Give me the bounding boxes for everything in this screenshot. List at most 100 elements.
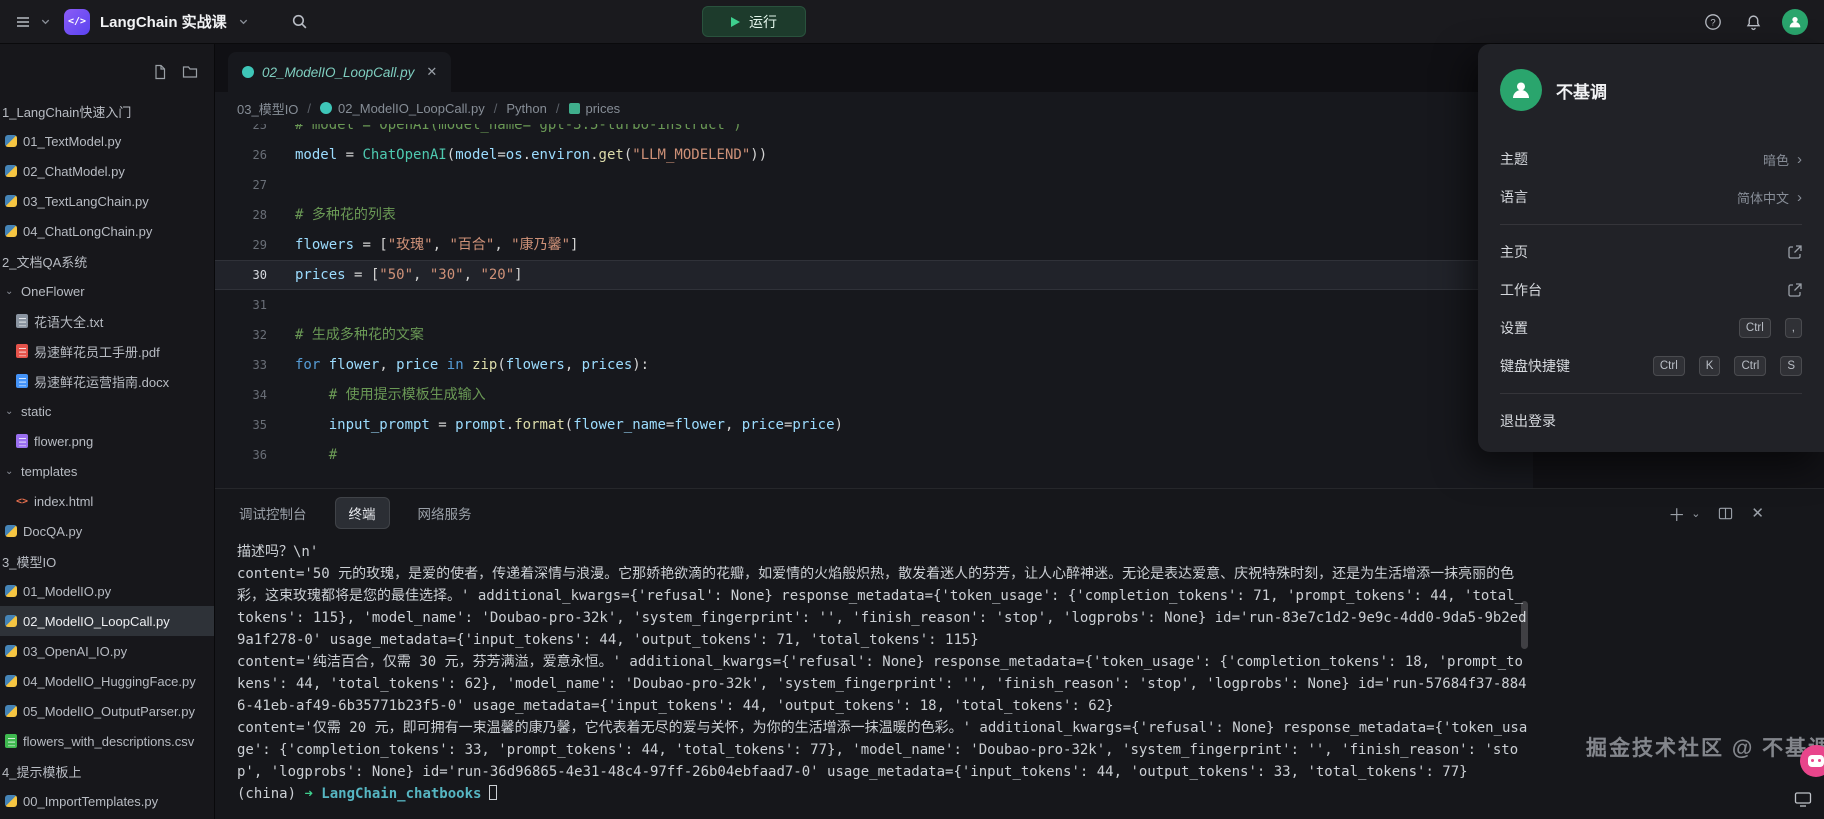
terminal[interactable]: 描述吗？\n'content='50 元的玫瑰，是爱的使者，传递着深情与浪漫。它… — [215, 537, 1824, 819]
menu-item-设置[interactable]: 设置Ctrl, — [1478, 309, 1824, 347]
breadcrumb-item[interactable]: Python — [506, 101, 546, 116]
split-panel-icon[interactable] — [1718, 506, 1733, 521]
line-number[interactable]: 30 — [215, 260, 276, 290]
line-number[interactable]: 27 — [215, 170, 276, 200]
search-icon[interactable] — [289, 11, 311, 33]
help-icon[interactable]: ? — [1702, 11, 1724, 33]
file-tree-item[interactable]: 易速鲜花运营指南.docx — [0, 366, 214, 396]
line-number[interactable]: 36 — [215, 440, 276, 470]
file-tree-item[interactable]: 02_ChatModel.py — [0, 156, 214, 186]
line-number[interactable]: 29 — [215, 230, 276, 260]
menu-item-退出登录[interactable]: 退出登录 — [1478, 402, 1824, 440]
file-tree-item[interactable]: 03_OpenAI_IO.py — [0, 636, 214, 666]
breadcrumb-item[interactable]: 02_ModelIO_LoopCall.py — [320, 101, 485, 116]
panel-tab-网络服务[interactable]: 网络服务 — [416, 498, 474, 528]
file-tree-item[interactable]: 01_TextModel.py — [0, 126, 214, 156]
file-tree-item[interactable]: 03_TextLangChain.py — [0, 186, 214, 216]
file-tree-item[interactable]: 花语大全.txt — [0, 306, 214, 336]
file-tree-item[interactable]: 05_ModelIO_OutputParser.py — [0, 696, 214, 726]
menu-item-键盘快捷键[interactable]: 键盘快捷键CtrlKCtrlS — [1478, 347, 1824, 385]
keyboard-shortcut-key: , — [1785, 318, 1802, 338]
file-tree-item[interactable]: ⌄OneFlower — [0, 276, 214, 306]
code-text: # — [276, 440, 346, 470]
code-line[interactable]: 29flowers = ["玫瑰", "百合", "康乃馨"] — [215, 230, 1533, 260]
line-number[interactable]: 33 — [215, 350, 276, 380]
file-tree-item[interactable]: 3_模型IO — [0, 546, 214, 576]
breadcrumb-item[interactable]: 03_模型IO — [237, 99, 298, 118]
file-tree-item[interactable]: 01_ModelIO.py — [0, 576, 214, 606]
code-line[interactable]: 32# 生成多种花的文案 — [215, 320, 1533, 350]
code-text: # 多种花的列表 — [276, 200, 396, 230]
py-file-icon — [5, 585, 17, 597]
file-tree-item[interactable]: <>index.html — [0, 486, 214, 516]
user-menu-list: 主题暗色›语言简体中文› 主页工作台设置Ctrl,键盘快捷键CtrlKCtrlS 退… — [1478, 140, 1824, 440]
line-number[interactable]: 31 — [215, 290, 276, 320]
file-tree-item[interactable]: ⌄static — [0, 396, 214, 426]
terminal-scrollbar[interactable] — [1521, 601, 1528, 649]
top-bar-left: </> LangChain 实战课 — [0, 9, 311, 35]
file-tree-item[interactable]: 02_ModelIO_LoopCall.py — [0, 606, 214, 636]
code-line[interactable]: 25# model = OpenAI(model_name="gpt-3.5-t… — [215, 124, 1533, 140]
code-editor[interactable]: 25# model = OpenAI(model_name="gpt-3.5-t… — [215, 124, 1533, 488]
project-chevron-down-icon[interactable] — [233, 11, 255, 33]
code-line[interactable]: 33for flower, price in zip(flowers, pric… — [215, 350, 1533, 380]
file-tree-item[interactable]: ⌄templates — [0, 456, 214, 486]
editor-tab[interactable]: 02_ModelIO_LoopCall.py ✕ — [228, 52, 451, 92]
file-tree-item[interactable]: flower.png — [0, 426, 214, 456]
breadcrumb-label: prices — [586, 101, 621, 116]
close-panel-icon[interactable]: ✕ — [1751, 504, 1764, 522]
code-text: prices = ["50", "30", "20"] — [276, 260, 523, 290]
file-tree-item[interactable]: 04_ChatLongChain.py — [0, 216, 214, 246]
menu-item-主题[interactable]: 主题暗色› — [1478, 140, 1824, 178]
new-terminal-icon[interactable]: ＋ — [1668, 501, 1685, 526]
file-tree-item[interactable]: 易速鲜花员工手册.pdf — [0, 336, 214, 366]
chevron-down-icon[interactable] — [34, 11, 56, 33]
file-tree-item[interactable]: flowers_with_descriptions.csv — [0, 726, 214, 756]
keyboard-shortcut-key: K — [1699, 356, 1721, 376]
menu-item-语言[interactable]: 语言简体中文› — [1478, 178, 1824, 216]
line-number[interactable]: 28 — [215, 200, 276, 230]
breadcrumb-label: 03_模型IO — [237, 99, 298, 118]
app-logo[interactable]: </> — [64, 9, 90, 35]
keyboard-shortcut-key: Ctrl — [1739, 318, 1771, 338]
new-file-icon[interactable] — [152, 64, 168, 85]
csv-file-icon — [5, 734, 17, 748]
code-line[interactable]: 34 # 使用提示模板生成输入 — [215, 380, 1533, 410]
terminal-dropdown-icon[interactable]: ⌄ — [1691, 507, 1700, 520]
code-line[interactable]: 36 # — [215, 440, 1533, 470]
menu-item-主页[interactable]: 主页 — [1478, 233, 1824, 271]
notification-bell-icon[interactable] — [1742, 11, 1764, 33]
code-line[interactable]: 28# 多种花的列表 — [215, 200, 1533, 230]
file-explorer: 1_LangChain快速入门01_TextModel.py02_ChatMod… — [0, 44, 215, 819]
file-tree-item[interactable]: 00_ImportTemplates.py — [0, 786, 214, 816]
file-tree-item[interactable]: 2_文档QA系统 — [0, 246, 214, 276]
code-line[interactable]: 30prices = ["50", "30", "20"] — [215, 260, 1533, 290]
file-tree-item[interactable]: DocQA.py — [0, 516, 214, 546]
code-line[interactable]: 31 — [215, 290, 1533, 320]
code-line[interactable]: 35 input_prompt = prompt.format(flower_n… — [215, 410, 1533, 440]
line-number[interactable]: 34 — [215, 380, 276, 410]
line-number[interactable]: 35 — [215, 410, 276, 440]
file-tree-item[interactable]: 4_提示模板上 — [0, 756, 214, 786]
file-tree-item[interactable]: 1_LangChain快速入门 — [0, 96, 214, 126]
line-number[interactable]: 32 — [215, 320, 276, 350]
panel-tab-终端[interactable]: 终端 — [335, 497, 390, 529]
file-name: DocQA.py — [23, 524, 82, 539]
new-folder-icon[interactable] — [182, 64, 198, 85]
line-number[interactable]: 25 — [215, 124, 276, 140]
code-line[interactable]: 26model = ChatOpenAI(model=os.environ.ge… — [215, 140, 1533, 170]
close-tab-icon[interactable]: ✕ — [426, 64, 437, 80]
chevron-down-icon: ⌄ — [5, 286, 15, 297]
run-button[interactable]: 运行 — [702, 6, 806, 37]
user-avatar[interactable] — [1782, 9, 1808, 35]
monitor-icon[interactable] — [1794, 790, 1812, 813]
file-tree-item[interactable]: 04_ModelIO_HuggingFace.py — [0, 666, 214, 696]
code-line[interactable]: 27 — [215, 170, 1533, 200]
menu-item-工作台[interactable]: 工作台 — [1478, 271, 1824, 309]
assistant-fab[interactable] — [1800, 745, 1824, 777]
panel-tab-调试控制台[interactable]: 调试控制台 — [237, 498, 309, 528]
line-number[interactable]: 26 — [215, 140, 276, 170]
menu-value-text: 简体中文 — [1737, 188, 1789, 207]
breadcrumb-item[interactable]: prices — [569, 101, 621, 116]
hamburger-menu-icon[interactable] — [12, 11, 34, 33]
